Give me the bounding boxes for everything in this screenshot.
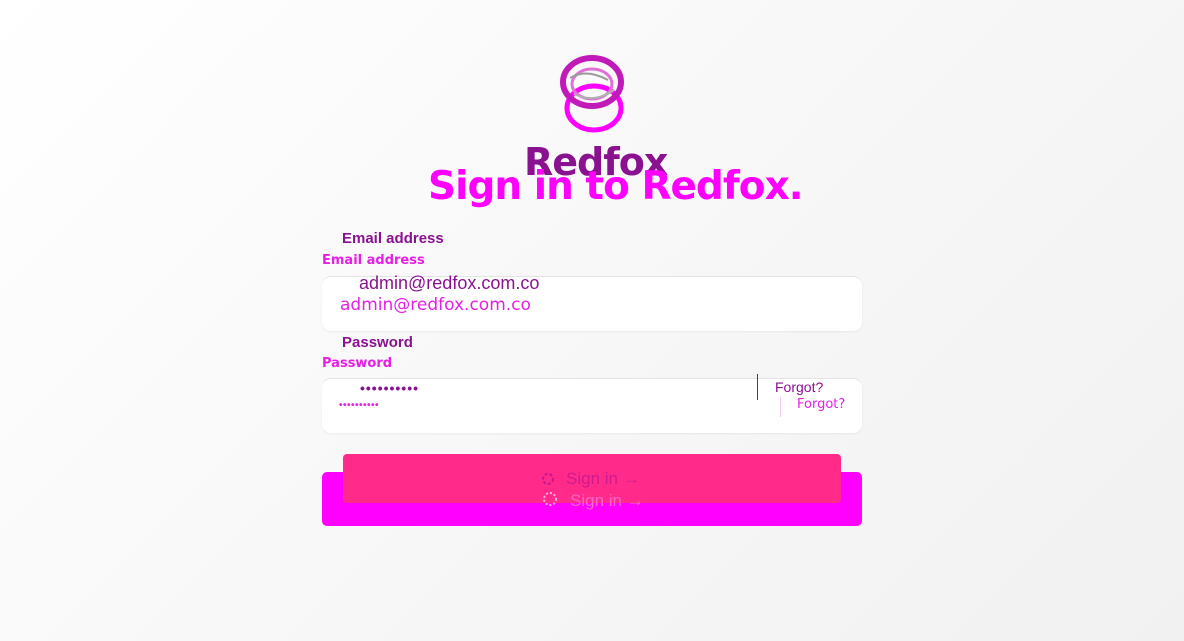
logo-rings-icon bbox=[556, 50, 628, 138]
password-label-secondary: Password bbox=[322, 356, 393, 371]
email-label-secondary: Email address bbox=[322, 253, 425, 268]
page-title: Sign in to Redfox. bbox=[428, 164, 804, 209]
email-label: Email address bbox=[342, 230, 444, 247]
password-masked-value-secondary[interactable]: •••••••••• bbox=[339, 400, 379, 411]
sign-in-label[interactable]: Sign in → bbox=[566, 469, 640, 489]
forgot-password-link[interactable]: Forgot? bbox=[775, 379, 823, 395]
forgot-divider bbox=[757, 374, 758, 400]
forgot-password-link-secondary[interactable]: Forgot? bbox=[797, 397, 845, 412]
email-value-secondary[interactable]: admin@redfox.com.co bbox=[340, 295, 531, 315]
sign-in-label-secondary[interactable]: Sign in → bbox=[570, 491, 644, 511]
password-label: Password bbox=[342, 334, 413, 351]
forgot-divider-secondary bbox=[780, 397, 781, 417]
spinner-icon bbox=[542, 491, 557, 506]
spinner-icon bbox=[541, 472, 555, 486]
password-masked-value[interactable]: •••••••••• bbox=[360, 380, 419, 396]
email-value[interactable]: admin@redfox.com.co bbox=[359, 273, 539, 294]
